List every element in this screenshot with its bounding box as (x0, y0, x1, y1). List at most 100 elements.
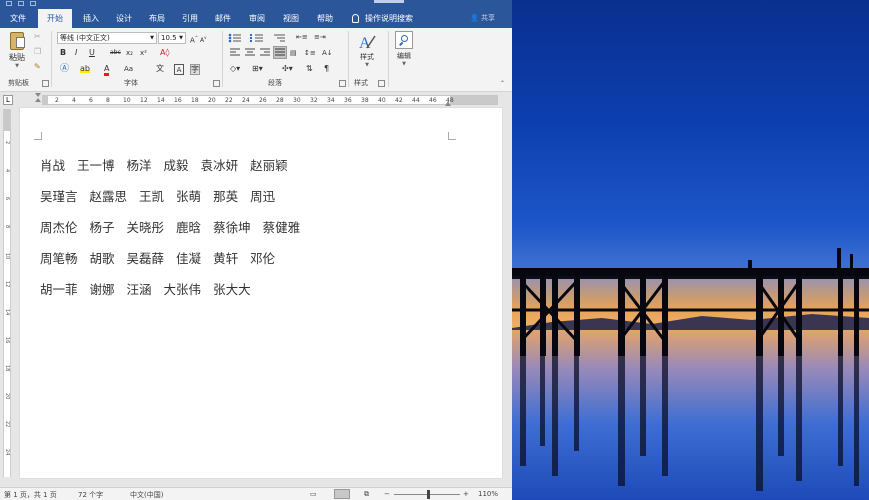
lightbulb-icon (352, 14, 359, 23)
zoom-out-button[interactable]: − (384, 490, 390, 498)
font-launcher-icon[interactable] (213, 80, 220, 87)
share-button[interactable]: 👤 共享 (470, 9, 495, 28)
margin-corner (34, 132, 42, 140)
document-page[interactable]: 肖战 王一博 杨洋 成毅 袁冰妍 赵丽颖 吴瑾言 赵露思 王凯 张萌 那英 周迅周杰伦 杨子 关晓彤 鹿晗蔡… (20, 108, 502, 478)
grow-font-icon[interactable]: A^ (190, 33, 198, 44)
decrease-indent-icon[interactable]: ⇤≡ (296, 32, 308, 43)
shading-icon[interactable]: ◇▾ (230, 64, 240, 75)
font-color-button[interactable]: A (104, 64, 110, 76)
format-painter-icon[interactable]: ✎ (34, 62, 41, 73)
zoom-thumb[interactable] (427, 490, 430, 499)
vruler-track: 2 4 6 8 10 12 14 16 18 20 22 24 (3, 109, 11, 477)
language-indicator[interactable]: 中文(中国) (130, 490, 163, 500)
ruler-number: 32 (310, 97, 318, 104)
tab-design[interactable]: 设计 (109, 9, 139, 28)
clipboard-launcher-icon[interactable] (42, 80, 49, 87)
superscript-button[interactable]: x² (140, 48, 147, 59)
tab-review[interactable]: 审阅 (242, 9, 272, 28)
font-name-select[interactable]: 等线 (中文正文) ▼ (57, 32, 157, 44)
highlight-icon[interactable]: ab (80, 64, 90, 75)
vertical-ruler[interactable]: 2 4 6 8 10 12 14 16 18 20 22 24 (0, 107, 14, 479)
name-text: 蔡健雅 (262, 220, 301, 235)
document-line[interactable]: 吴瑾言 赵露思 王凯 张萌 那英 周迅 (40, 186, 287, 204)
right-indent-marker-icon[interactable] (445, 101, 451, 106)
print-layout-icon[interactable] (334, 489, 350, 499)
line-spacing-icon[interactable]: ↕≡ (304, 48, 316, 59)
zoom-level[interactable]: 110% (478, 490, 498, 498)
web-layout-icon[interactable]: ⧉ (364, 490, 369, 499)
read-mode-icon[interactable]: ▭ (310, 490, 317, 498)
phonetic-guide-icon[interactable]: 文 (156, 64, 164, 75)
ruler-number: 10 (123, 97, 131, 104)
bold-button[interactable]: B (60, 48, 66, 59)
ruler-number: 34 (327, 97, 335, 104)
paragraph-launcher-icon[interactable] (339, 80, 346, 87)
align-center-icon[interactable] (245, 48, 256, 58)
zoom-in-button[interactable]: + (463, 490, 469, 498)
justify-button[interactable] (273, 46, 287, 59)
tab-home[interactable]: 开始 (38, 9, 72, 28)
styles-launcher-icon[interactable] (378, 80, 385, 87)
font-size-select[interactable]: 10.5 ▼ (158, 32, 186, 44)
change-case-button[interactable]: Aa (124, 64, 133, 75)
character-border-icon[interactable]: A (174, 64, 184, 75)
name-text: 赵丽颖 (250, 158, 288, 173)
word-count[interactable]: 72 个字 (78, 490, 103, 500)
show-marks-icon[interactable]: ¶ (324, 64, 329, 75)
horizontal-ruler[interactable]: L 2 4 6 8 10 12 14 16 18 20 22 24 26 28 30 32 34 36 38 40 42… (0, 93, 512, 107)
tab-help[interactable]: 帮助 (310, 9, 340, 28)
shrink-font-icon[interactable]: Av (200, 33, 206, 44)
tab-selector-icon[interactable]: L (3, 95, 13, 105)
vruler-number: 20 (4, 393, 10, 400)
bullets-icon[interactable] (228, 33, 246, 43)
borders-icon[interactable]: ⊞▾ (252, 64, 263, 75)
strikethrough-button[interactable]: abc (110, 48, 121, 59)
tab-references[interactable]: 引用 (175, 9, 205, 28)
subscript-button[interactable]: x₂ (126, 48, 133, 59)
character-shading-icon[interactable]: 字 (190, 64, 200, 75)
ruler-number: 18 (191, 97, 199, 104)
collapse-ribbon-icon[interactable]: ⌃ (500, 80, 505, 87)
align-left-icon[interactable] (230, 48, 241, 58)
chevron-down-icon: ▼ (402, 61, 406, 67)
editing-button[interactable]: 编辑 ▼ (392, 31, 416, 71)
group-label-font: 字体 (124, 79, 138, 87)
cut-icon[interactable]: ✂ (34, 32, 41, 43)
tab-mailings[interactable]: 邮件 (208, 9, 238, 28)
text-effects-icon[interactable]: Ⓐ (60, 64, 69, 75)
chevron-down-icon: ▼ (15, 63, 19, 69)
tab-view[interactable]: 视图 (276, 9, 306, 28)
tab-file[interactable]: 文件 (0, 9, 36, 28)
vruler-number: 14 (4, 309, 10, 316)
ruler-number: 28 (276, 97, 284, 104)
increase-indent-icon[interactable]: ≡⇥ (314, 32, 326, 43)
zoom-slider[interactable] (394, 490, 460, 499)
ruler-number: 44 (412, 97, 420, 104)
name-text: 王一博 (77, 158, 115, 173)
document-line[interactable]: 周笔畅 胡歌 吴磊薛 佳凝 黄轩 邓伦 (40, 248, 287, 266)
page-count[interactable]: 第 1 页，共 1 页 (4, 490, 57, 500)
align-right-icon[interactable] (260, 48, 271, 58)
ruler-number: 22 (225, 97, 233, 104)
asian-layout-icon[interactable]: ✣▾ (282, 64, 293, 75)
document-line[interactable]: 肖战 王一博 杨洋 成毅 袁冰妍 赵丽颖 (40, 155, 300, 173)
styles-button[interactable]: A 样式 ▼ (354, 32, 380, 72)
document-line[interactable]: 胡一菲 谢娜 汪涵 大张伟 张大大 (40, 279, 263, 297)
copy-icon[interactable]: ❐ (34, 47, 41, 58)
sort-icon[interactable]: A↓ (322, 48, 333, 59)
clear-formatting-icon[interactable]: A◊ (160, 48, 169, 59)
paste-button[interactable]: 粘贴 ▼ (6, 32, 28, 69)
document-line[interactable]: 周杰伦 杨子 关晓彤 鹿晗 蔡徐坤 蔡健雅 (40, 217, 312, 235)
indent-marker-icon[interactable] (35, 93, 41, 106)
italic-button[interactable]: I (75, 48, 77, 59)
ruler-number: 2 (55, 97, 59, 104)
underline-button[interactable]: U (89, 48, 95, 59)
sort-order-icon[interactable]: ⇅ (306, 64, 313, 75)
multilevel-list-icon[interactable] (272, 33, 290, 43)
tab-insert[interactable]: 插入 (76, 9, 106, 28)
name-text: 成毅 (163, 158, 189, 173)
numbering-icon[interactable] (250, 33, 268, 43)
tab-layout[interactable]: 布局 (142, 9, 172, 28)
distributed-icon[interactable]: ▤ (290, 48, 297, 59)
tell-me-search[interactable]: 操作说明搜索 (352, 9, 413, 28)
